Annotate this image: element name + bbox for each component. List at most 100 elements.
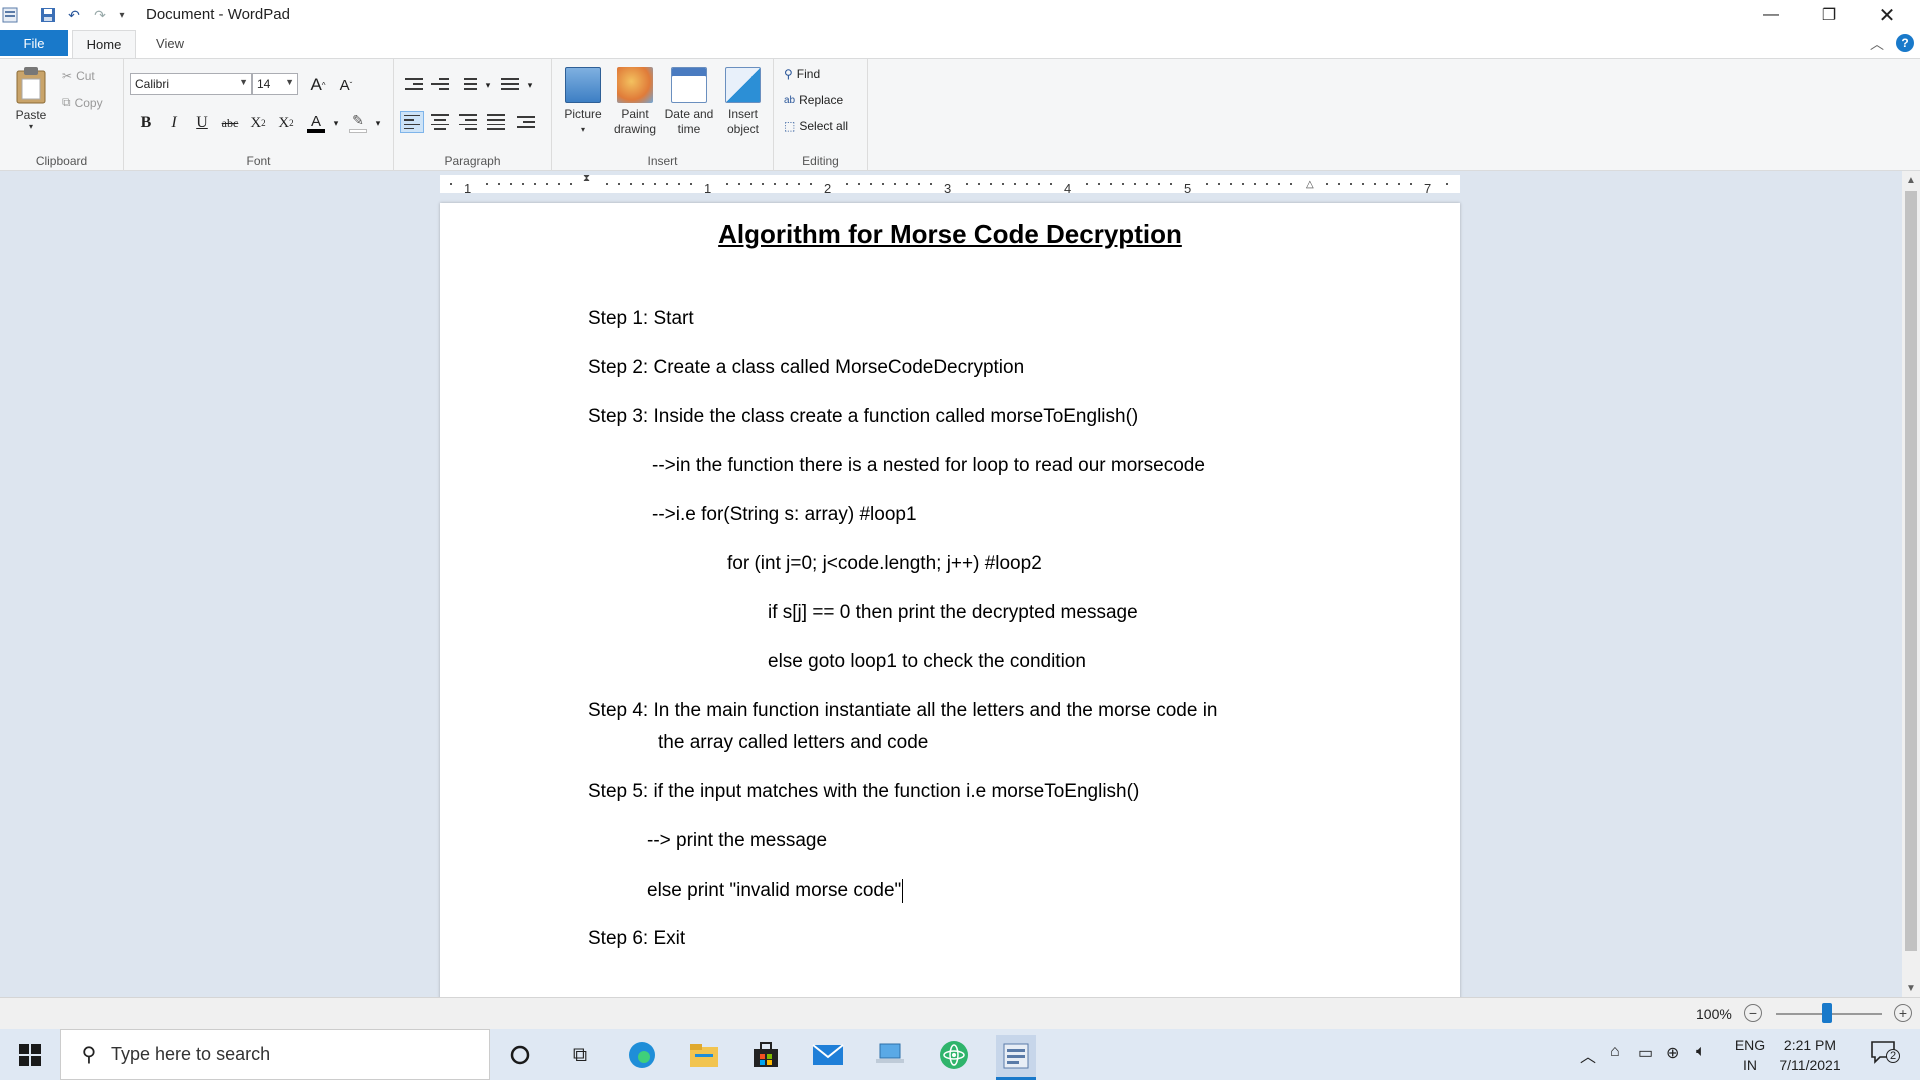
zoom-out-button[interactable]: − (1744, 1004, 1762, 1022)
ruler-tick-mark (558, 183, 560, 185)
highlight-dropdown-icon[interactable]: ▾ (366, 111, 390, 135)
align-right-icon[interactable] (456, 111, 480, 133)
align-center-icon[interactable] (428, 111, 452, 133)
battery-icon[interactable]: ▭ (1638, 1043, 1653, 1063)
align-left-icon[interactable] (400, 111, 424, 133)
customize-quick-access-icon[interactable]: ▾ (112, 5, 132, 25)
italic-icon[interactable]: I (162, 111, 186, 135)
ruler-tick-mark (1158, 183, 1160, 185)
insert-object-button[interactable]: Insert object (718, 67, 768, 137)
tab-file[interactable]: File (0, 30, 68, 56)
right-indent-marker-icon[interactable]: △ (1306, 179, 1314, 190)
ruler-tick-mark (690, 183, 692, 185)
minimize-button[interactable]: — (1742, 0, 1800, 30)
ruler-tick-mark (1134, 183, 1136, 185)
ruler-tick-mark (1086, 183, 1088, 185)
replace-button[interactable]: ab Replace (784, 93, 843, 107)
meet-now-icon[interactable]: ⌂ (1610, 1043, 1620, 1061)
scroll-down-icon[interactable]: ▼ (1902, 979, 1920, 997)
scroll-up-icon[interactable]: ▲ (1902, 171, 1920, 189)
cortana-icon[interactable] (500, 1035, 540, 1075)
bullets-dropdown-icon[interactable]: ▾ (476, 73, 500, 97)
replace-icon: ab (784, 94, 796, 106)
zoom-slider-thumb[interactable] (1822, 1003, 1832, 1023)
system-clock[interactable]: 2:21 PM 7/11/2021 (1760, 1035, 1860, 1075)
edge-browser-icon[interactable] (622, 1035, 662, 1075)
copy-button[interactable]: ⧉ Copy (62, 95, 103, 110)
redo-icon[interactable]: ↷ (90, 5, 110, 25)
tab-view[interactable]: View (146, 30, 194, 56)
indent-marker-icon[interactable]: ⧗ (583, 173, 590, 184)
clock-date: 7/11/2021 (1779, 1057, 1841, 1073)
grow-font-icon[interactable]: A ^ (306, 73, 330, 97)
tab-home[interactable]: Home (72, 30, 136, 58)
vertical-scrollbar[interactable]: ▲ ▼ (1902, 171, 1920, 997)
ruler[interactable]: 1 1 2 3 4 5 7 ⧗ △ (440, 173, 1460, 196)
date-and-time-button[interactable]: Date and time (664, 67, 714, 137)
increase-indent-icon[interactable] (428, 73, 452, 95)
paragraph-settings-icon[interactable] (514, 111, 538, 133)
save-icon[interactable] (38, 5, 58, 25)
insert-object-label-line1: Insert (727, 107, 758, 121)
superscript-icon[interactable]: X2 (274, 111, 298, 135)
atom-app-icon[interactable] (934, 1035, 974, 1075)
ruler-tick-mark (498, 183, 500, 185)
ruler-number: 3 (944, 181, 952, 196)
decrease-indent-icon[interactable] (402, 73, 426, 95)
wordpad-app-icon[interactable] (0, 5, 20, 25)
text-color-dropdown-icon[interactable]: ▾ (324, 111, 348, 135)
ruler-tick-mark (642, 183, 644, 185)
select-all-button[interactable]: ⬚ Select all (784, 119, 848, 133)
ruler-tick-mark (450, 183, 452, 185)
restore-button[interactable]: ❐ (1800, 0, 1858, 30)
insert-group-label: Insert (647, 154, 678, 168)
scrollbar-thumb[interactable] (1905, 191, 1917, 951)
microsoft-store-icon[interactable] (746, 1035, 786, 1075)
find-button[interactable]: ⚲ Find (784, 67, 820, 81)
search-icon: ⚲ (81, 1044, 97, 1066)
document-line: the array called letters and code (658, 732, 929, 753)
paste-button[interactable]: Paste ▾ (10, 65, 52, 131)
wordpad-taskbar-icon[interactable] (996, 1035, 1036, 1080)
taskbar-search-box[interactable]: ⚲ Type here to search (60, 1029, 490, 1080)
shrink-font-icon[interactable]: Aˇ (334, 73, 358, 97)
laptop-app-icon[interactable] (870, 1035, 910, 1075)
picture-button[interactable]: Picture ▾ (558, 67, 608, 137)
underline-icon[interactable]: U (190, 111, 214, 135)
zoom-in-button[interactable]: + (1894, 1004, 1912, 1022)
picture-dropdown-icon: ▾ (580, 125, 585, 134)
line-spacing-dropdown-icon[interactable]: ▾ (518, 73, 542, 97)
document-page[interactable]: Algorithm for Morse Code Decryption Step… (440, 203, 1460, 997)
date-and-time-label-line1: Date and (664, 107, 714, 121)
show-hidden-icons-chevron-icon[interactable]: ︿ (1580, 1043, 1596, 1067)
editing-group-label: Editing (802, 154, 839, 168)
start-button[interactable] (0, 1029, 60, 1080)
justify-icon[interactable] (484, 111, 508, 133)
undo-icon[interactable]: ↶ (64, 5, 84, 25)
help-icon[interactable]: ? (1896, 34, 1914, 52)
font-size-select[interactable]: 14 ▼ (252, 73, 298, 95)
mail-icon[interactable] (808, 1035, 848, 1075)
notifications-button[interactable]: 2 (1870, 1039, 1900, 1070)
cut-button[interactable]: ✂ Cut (62, 69, 95, 83)
ruler-tick-mark (1026, 183, 1028, 185)
file-explorer-icon[interactable] (684, 1035, 724, 1075)
close-button[interactable]: ✕ (1858, 0, 1916, 30)
copy-icon: ⧉ (62, 95, 71, 109)
collapse-ribbon-icon[interactable]: ︿ (1870, 34, 1884, 54)
task-view-icon[interactable]: ⧉ (560, 1035, 600, 1075)
paint-drawing-label-line1: Paint (621, 107, 649, 121)
paint-palette-icon (617, 67, 653, 103)
paint-drawing-button[interactable]: Paint drawing (610, 67, 660, 137)
ruler-tick-mark (1278, 183, 1280, 185)
find-label: Find (796, 67, 821, 81)
network-globe-icon[interactable]: ⊕ (1666, 1043, 1679, 1063)
volume-icon[interactable]: 🔈︎ (1696, 1043, 1706, 1061)
subscript-icon[interactable]: X2 (246, 111, 270, 135)
bold-icon[interactable]: B (134, 111, 158, 135)
ruler-tick-mark (810, 183, 812, 185)
font-family-select[interactable]: Calibri ▼ (130, 73, 252, 95)
paste-dropdown-icon[interactable]: ▾ (10, 122, 52, 131)
ruler-tick-mark (1374, 183, 1376, 185)
strikethrough-icon[interactable]: abc (218, 111, 242, 135)
